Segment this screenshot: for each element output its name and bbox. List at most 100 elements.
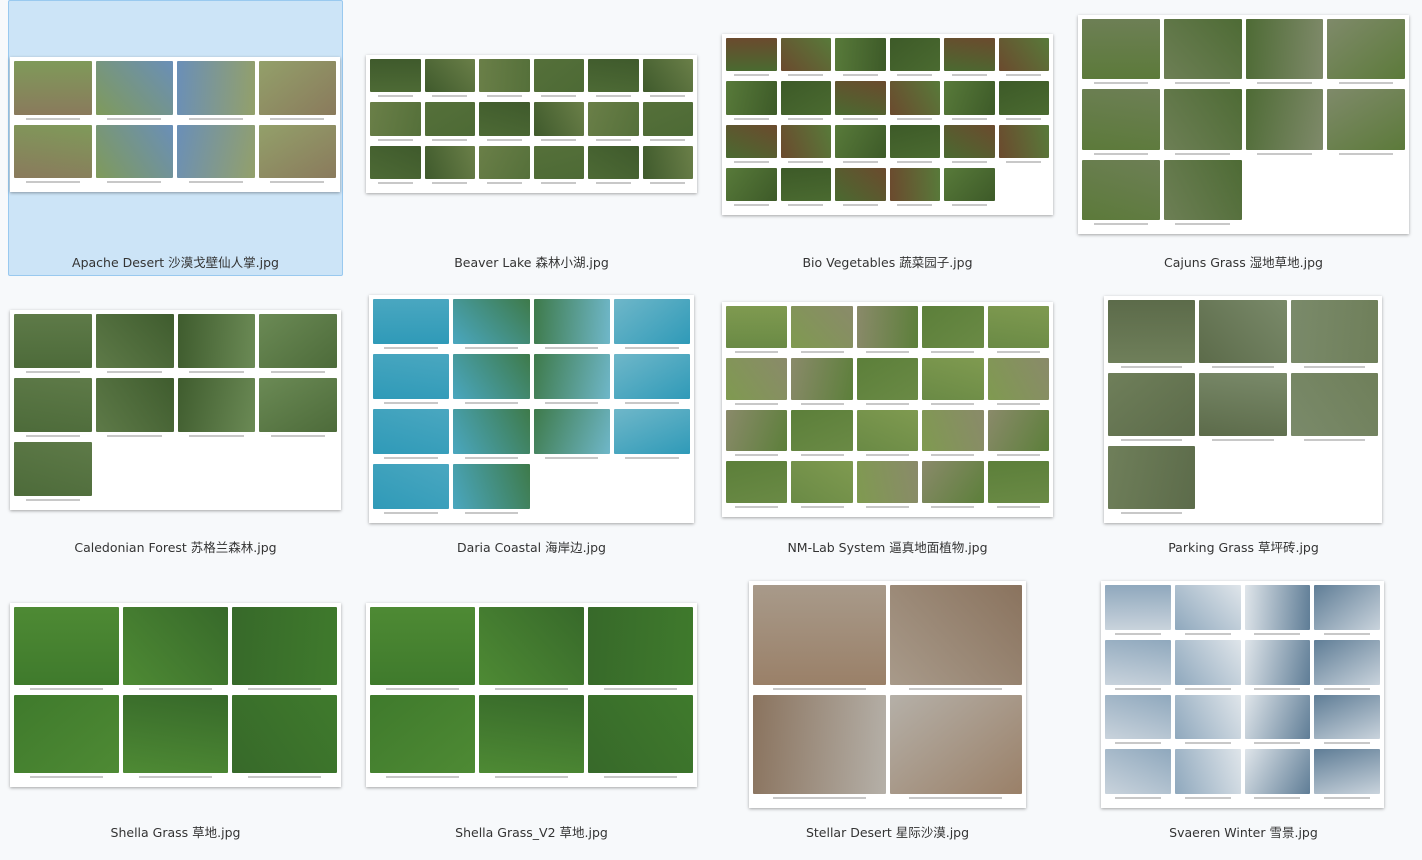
file-thumbnail[interactable] <box>722 302 1053 517</box>
preview-image <box>1082 19 1160 85</box>
preview-image <box>1244 585 1311 635</box>
file-name[interactable]: Stellar Desert 星际沙漠.jpg <box>720 822 1055 841</box>
preview-image <box>95 124 173 183</box>
file-thumbnail[interactable] <box>749 581 1026 808</box>
preview-image <box>533 59 584 98</box>
file-name[interactable]: Bio Vegetables 蔬菜园子.jpg <box>720 252 1055 271</box>
file-name[interactable]: Daria Coastal 海岸边.jpg <box>364 537 699 556</box>
preview-image <box>424 102 475 142</box>
preview-image <box>1105 585 1171 635</box>
preview-image <box>1327 89 1405 156</box>
preview-image <box>479 145 530 185</box>
preview-image <box>123 695 228 778</box>
preview-image <box>373 299 450 349</box>
preview-image <box>642 59 693 98</box>
preview-image <box>588 102 639 142</box>
preview-image <box>258 124 336 183</box>
preview-image <box>177 124 255 183</box>
file-name[interactable]: Shella Grass 草地.jpg <box>8 822 343 841</box>
file-name[interactable]: Apache Desert 沙漠戈壁仙人掌.jpg <box>8 252 343 271</box>
preview-image <box>1174 749 1241 799</box>
preview-image <box>889 585 1022 689</box>
preview-image <box>1244 639 1311 690</box>
preview-image <box>922 409 984 456</box>
preview-image <box>987 357 1049 405</box>
preview-image <box>1163 159 1242 226</box>
file-name[interactable]: Beaver Lake 森林小湖.jpg <box>364 252 699 271</box>
preview-image <box>791 357 853 405</box>
preview-image <box>14 314 92 373</box>
preview-image <box>780 81 831 120</box>
preview-image <box>1174 694 1241 744</box>
preview-image <box>922 461 984 508</box>
preview-image <box>1082 159 1160 226</box>
preview-image <box>533 409 610 459</box>
preview-image <box>95 378 174 437</box>
preview-image <box>922 357 984 405</box>
preview-image <box>835 81 886 120</box>
preview-image <box>258 61 336 119</box>
preview-image <box>889 124 940 164</box>
preview-image <box>14 607 119 690</box>
preview-image <box>1174 585 1241 635</box>
file-thumbnail[interactable] <box>722 34 1053 215</box>
preview-image <box>424 145 475 185</box>
file-name[interactable]: Svaeren Winter 雪景.jpg <box>1076 822 1411 841</box>
preview-image <box>1244 749 1311 799</box>
preview-image <box>726 81 777 120</box>
preview-image <box>726 124 777 164</box>
preview-image <box>1163 19 1242 85</box>
preview-image <box>479 102 530 142</box>
file-name[interactable]: Cajuns Grass 湿地草地.jpg <box>1076 252 1411 271</box>
preview-image <box>791 306 853 353</box>
preview-image <box>453 299 530 349</box>
preview-image <box>780 124 831 164</box>
preview-image <box>424 59 475 98</box>
preview-image <box>1163 89 1242 156</box>
preview-image <box>1245 89 1324 156</box>
file-thumbnail[interactable] <box>369 295 694 523</box>
preview-image <box>1108 446 1196 514</box>
file-thumbnail[interactable] <box>10 603 341 787</box>
file-name[interactable]: Caledonian Forest 苏格兰森林.jpg <box>8 537 343 556</box>
preview-image <box>232 695 337 778</box>
preview-image <box>1199 373 1287 441</box>
preview-image <box>533 299 610 349</box>
file-thumbnail[interactable] <box>1078 15 1409 234</box>
preview-image <box>14 442 92 501</box>
file-name[interactable]: Shella Grass_V2 草地.jpg <box>364 822 699 841</box>
preview-image <box>14 695 119 778</box>
preview-image <box>373 354 450 404</box>
preview-image <box>856 461 919 508</box>
file-name[interactable]: NM-Lab System 逼真地面植物.jpg <box>720 537 1055 556</box>
preview-image <box>14 124 92 183</box>
preview-image <box>588 695 693 778</box>
file-thumbnail[interactable] <box>1104 296 1382 523</box>
preview-image <box>780 167 831 207</box>
preview-image <box>177 378 256 437</box>
file-thumbnail[interactable] <box>1101 581 1384 808</box>
preview-image <box>1314 639 1380 690</box>
preview-image <box>588 59 639 98</box>
preview-image <box>373 409 450 459</box>
preview-image <box>613 409 690 459</box>
preview-image <box>370 102 421 142</box>
file-thumbnail[interactable] <box>366 55 697 193</box>
file-name[interactable]: Parking Grass 草坪砖.jpg <box>1076 537 1411 556</box>
preview-image <box>889 81 940 120</box>
preview-image <box>479 59 530 98</box>
preview-image <box>726 167 777 207</box>
preview-image <box>1314 749 1380 799</box>
preview-image <box>889 167 940 207</box>
file-thumbnail[interactable] <box>10 310 341 510</box>
preview-image <box>987 409 1049 456</box>
file-thumbnail[interactable] <box>10 57 340 192</box>
preview-image <box>642 102 693 142</box>
preview-image <box>613 354 690 404</box>
preview-image <box>944 167 995 207</box>
preview-image <box>726 38 777 77</box>
preview-image <box>370 695 475 778</box>
file-thumbnail[interactable] <box>366 603 697 787</box>
preview-image <box>259 378 337 437</box>
preview-image <box>726 461 788 508</box>
